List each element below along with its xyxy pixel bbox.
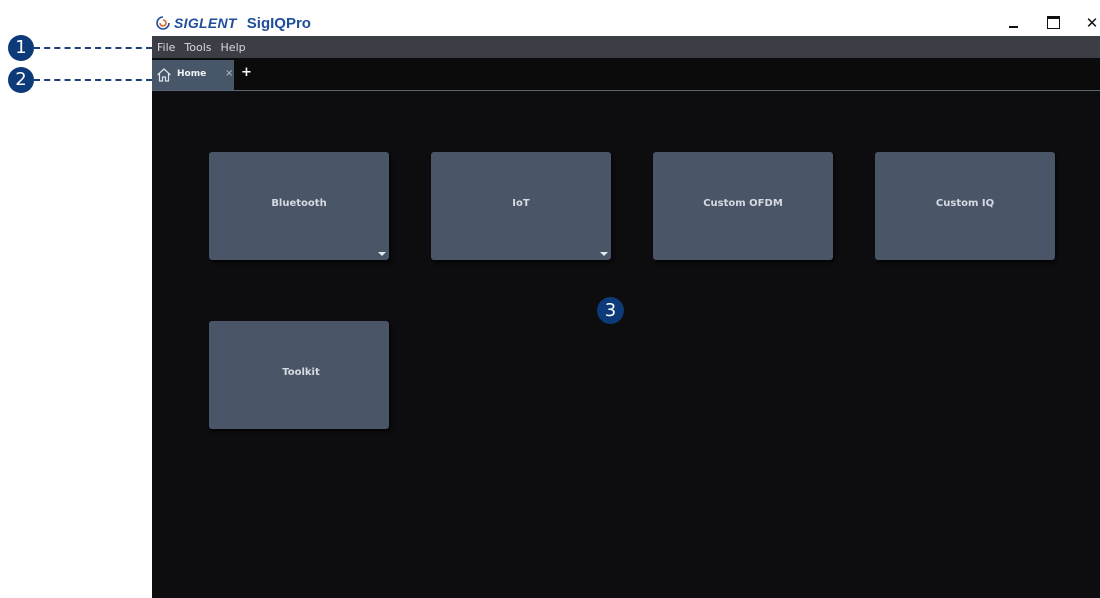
dropdown-arrow-icon[interactable] — [378, 252, 386, 256]
tile-label: Bluetooth — [271, 198, 327, 209]
tile-iot[interactable]: IoT — [431, 152, 611, 260]
callout-1: 1 — [8, 35, 34, 61]
menu-file[interactable]: File — [157, 41, 175, 54]
brand: SIGLENT SigIQPro — [155, 13, 311, 33]
tile-label: Custom OFDM — [703, 198, 783, 209]
tab-home-label: Home — [177, 69, 207, 79]
add-tab-button[interactable]: + — [241, 65, 252, 80]
tile-custom-iq[interactable]: Custom IQ — [875, 152, 1055, 260]
tile-bluetooth[interactable]: Bluetooth — [209, 152, 389, 260]
tab-bar: Home × + — [152, 58, 1100, 91]
tab-home[interactable]: Home × — [152, 60, 234, 90]
menu-tools[interactable]: Tools — [184, 41, 211, 54]
home-icon — [157, 68, 171, 82]
app-window: SIGLENT SigIQPro ✕ File Tools Help Home … — [152, 10, 1100, 598]
callout-1-leader — [34, 47, 152, 49]
siglent-logo-icon — [156, 16, 170, 30]
menu-help[interactable]: Help — [221, 41, 246, 54]
close-icon: ✕ — [1085, 14, 1099, 32]
tile-label: IoT — [512, 198, 530, 209]
minimize-button[interactable] — [1003, 13, 1023, 33]
maximize-icon — [1046, 16, 1060, 29]
tile-custom-ofdm[interactable]: Custom OFDM — [653, 152, 833, 260]
title-bar: SIGLENT SigIQPro ✕ — [152, 10, 1100, 36]
dropdown-arrow-icon[interactable] — [600, 252, 608, 256]
tab-close-icon[interactable]: × — [225, 68, 233, 79]
minimize-icon — [1008, 26, 1018, 28]
tile-toolkit[interactable]: Toolkit — [209, 321, 389, 429]
app-title: SigIQPro — [246, 14, 311, 32]
brand-name: SIGLENT — [174, 15, 237, 31]
tile-label: Custom IQ — [935, 198, 995, 209]
maximize-button[interactable] — [1043, 13, 1063, 33]
menu-bar: File Tools Help — [152, 36, 1100, 58]
tile-label: Toolkit — [282, 367, 320, 378]
callout-2-leader — [34, 79, 152, 81]
callout-2: 2 — [8, 67, 34, 93]
close-button[interactable]: ✕ — [1082, 13, 1100, 33]
callout-3: 3 — [597, 297, 624, 324]
